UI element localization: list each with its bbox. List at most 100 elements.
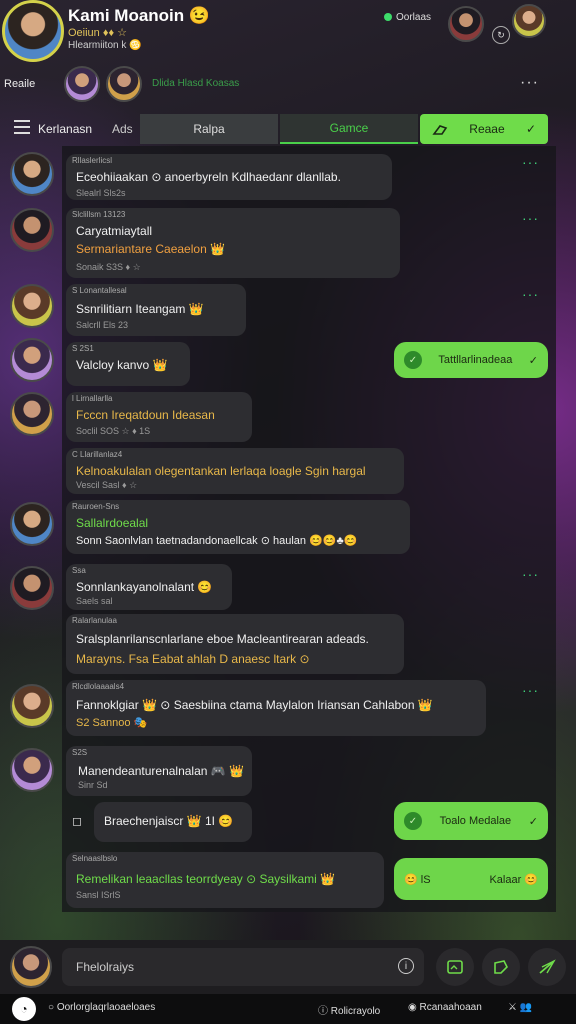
message-bubble[interactable]: Slclillsm 13123 Caryatmiaytall Sermarian…	[66, 208, 400, 278]
check-icon: ✓	[528, 815, 538, 828]
message-text: Fannoklgiar 👑 ⊙ Saesbiina ctama Maylalon…	[76, 698, 433, 712]
sender-avatar[interactable]	[10, 208, 54, 252]
sender-avatar[interactable]	[10, 502, 54, 546]
message-text: Sralsplanrilanscnlarlane eboe Macleantir…	[76, 632, 369, 646]
message-more-icon[interactable]: ···	[522, 210, 539, 226]
message-meta: l Lirnallarlla	[72, 394, 113, 403]
message-more-icon[interactable]: ···	[522, 566, 539, 582]
tab-label[interactable]: Kerlanasn	[38, 122, 92, 136]
message-text: Ssnrilitiarn Iteangam 👑	[76, 302, 204, 316]
message-text: Manendeanturenalnalan 🎮 👑	[78, 764, 244, 778]
message-bubble[interactable]: S2S Manendeanturenalnalan 🎮 👑 Sinr Sd	[66, 746, 252, 796]
message-meta: S Lonantallesal	[72, 286, 127, 295]
sender-avatar[interactable]	[10, 748, 54, 792]
message-meta: Rlcdlolaaaals4	[72, 682, 125, 691]
online-status: Oorlaas	[384, 12, 431, 23]
friend-avatar[interactable]	[512, 4, 546, 38]
message-sub: Sansl ISrlS	[76, 890, 121, 900]
more-options-icon[interactable]: ···	[520, 74, 539, 92]
message-text: Sonn Saonlvlan taetnadandonaellcak ⊙ hau…	[76, 535, 358, 547]
sent-message-bubble[interactable]: ✓ Toalo Medalae ✓	[394, 802, 548, 840]
online-dot-icon	[384, 13, 392, 22]
self-avatar[interactable]	[10, 946, 52, 988]
friend-avatar[interactable]	[64, 66, 100, 102]
sender-avatar[interactable]	[10, 684, 54, 728]
message-meta: Ralarlanulaa	[72, 616, 117, 625]
message-sub: S2 Sannoo 🎭	[76, 717, 148, 729]
message-text: Sallalrdoealal	[76, 516, 149, 530]
chat-panel[interactable]: Rllaslerlicsl Eceohiiaakan ⊙ anoerbyreln…	[62, 146, 556, 912]
message-sub: Sonaik S3S ♦ ☆	[76, 262, 141, 272]
message-bubble[interactable]: Rllaslerlicsl Eceohiiaakan ⊙ anoerbyreln…	[66, 154, 392, 200]
sender-avatar[interactable]	[10, 284, 54, 328]
attach-button[interactable]	[436, 948, 474, 986]
link-icon	[432, 125, 448, 135]
message-more-icon[interactable]: ···	[522, 682, 539, 698]
message-bubble[interactable]: S Lonantallesal Ssnrilitiarn Iteangam 👑 …	[66, 284, 246, 336]
friend-avatar[interactable]	[448, 6, 484, 42]
message-sub: Sinr Sd	[78, 780, 108, 790]
message-meta: Slclillsm 13123	[72, 210, 126, 219]
sent-message-bubble[interactable]: ✓ Tattllarlinadeaa ✓	[394, 342, 548, 378]
message-bubble[interactable]: Rauroen-Sns Sallalrdoealal Sonn Saonlvla…	[66, 500, 410, 554]
message-text: Eceohiiaakan ⊙ anoerbyreln Kdlhaedanr dl…	[76, 170, 341, 184]
message-bubble[interactable]: l Lirnallarlla Fcccn Ireqatdoun Ideasan …	[66, 392, 252, 442]
message-bubble[interactable]: Ssa Sonnlankayanolnalant 😊 Saels sal	[66, 564, 232, 610]
message-meta: C Llarillanlaz4	[72, 450, 123, 459]
message-more-icon[interactable]: ···	[522, 154, 539, 170]
sender-avatar[interactable]	[10, 566, 54, 610]
refresh-icon[interactable]: ↻	[492, 26, 510, 44]
sent-icon: ✓	[404, 812, 422, 830]
sender-avatar[interactable]	[10, 392, 54, 436]
sent-message-bubble[interactable]: 😊 lS Kalaar 😊	[394, 858, 548, 900]
sent-icon: ✓	[404, 351, 422, 369]
check-icon: ✓	[528, 354, 538, 367]
message-sub: Slealrl Sls2s	[76, 188, 126, 198]
message-sub: Salcrll Els 23	[76, 320, 129, 330]
message-bubble[interactable]: C Llarillanlaz4 Kelnoakulalan olegentank…	[66, 448, 404, 494]
message-text: Braechenjaiscr 👑 1I 😊	[104, 814, 234, 828]
image-icon	[447, 960, 463, 974]
message-sub: Soclil SOS ☆ ♦ 1S	[76, 426, 151, 436]
tab-bar: Kerlanasn Ads Ralpa Gamce Reaae ✓	[0, 112, 556, 146]
message-bubble[interactable]: Ralarlanulaa Sralsplanrilanscnlarlane eb…	[66, 614, 404, 674]
friend-avatar[interactable]	[106, 66, 142, 102]
header-subtitle: Dlida Hlasd Koasas	[152, 78, 240, 89]
avatar-icon: ◉	[408, 1002, 420, 1013]
menu-icon[interactable]	[14, 120, 30, 134]
message-sub: Saels sal	[76, 596, 113, 606]
tab-label[interactable]: Ads	[112, 122, 133, 136]
message-text: Sonnlankayanolnalant 😊	[76, 580, 213, 594]
message-bubble[interactable]: S 2S1 Valcloy kanvo 👑	[66, 342, 190, 386]
reply-icon[interactable]: ◻	[72, 814, 82, 828]
sender-avatar[interactable]	[10, 338, 54, 382]
message-bubble[interactable]: Rlcdlolaaaals4 Fannoklgiar 👑 ⊙ Saesbiina…	[66, 680, 486, 736]
message-meta: Ssa	[72, 566, 86, 575]
sender-avatar[interactable]	[10, 152, 54, 196]
message-text: Sermariantare Caeaelon 👑	[76, 242, 226, 256]
tab-games[interactable]: Gamce	[280, 114, 418, 144]
info-icon[interactable]: i	[398, 958, 414, 974]
message-text: Fcccn Ireqatdoun Ideasan	[76, 408, 215, 422]
bottom-icons[interactable]: ⚔ 👥	[508, 1002, 532, 1013]
message-bubble[interactable]: Braechenjaiscr 👑 1I 😊	[94, 802, 252, 842]
sticker-icon	[494, 960, 508, 974]
message-input[interactable]: Fhelolraiys	[62, 948, 424, 986]
home-button[interactable]: ◔	[12, 997, 36, 1021]
bottom-item[interactable]: ⓘ Rolicrayolo	[318, 1002, 380, 1017]
bottom-item[interactable]: ◉ Rcanaahoaan	[408, 1002, 482, 1013]
tab-groups[interactable]: Ralpa	[140, 114, 278, 144]
message-more-icon[interactable]: ···	[522, 286, 539, 302]
message-meta: Selnaaslbslo	[72, 854, 118, 863]
message-text: Kelnoakulalan olegentankan lerlaqa loagl…	[76, 464, 366, 478]
message-composer: Fhelolraiys i	[0, 940, 576, 994]
message-sub: Vescil Sasl ♦ ☆	[76, 480, 138, 490]
message-bubble[interactable]: Selnaaslbslo Remelikan leaacllas teorrdy…	[66, 852, 384, 908]
profile-avatar[interactable]	[2, 0, 64, 62]
search-bar[interactable]: ○ Oorlorglaqrlaoaeloaes	[48, 1002, 155, 1013]
tab-active[interactable]: Reaae ✓	[420, 114, 548, 144]
send-button[interactable]	[528, 948, 566, 986]
message-text: Valcloy kanvo 👑	[76, 358, 168, 372]
emoji-button[interactable]	[482, 948, 520, 986]
message-text: Remelikan leaacllas teorrdyeay ⊙ Saysilk…	[76, 872, 336, 886]
